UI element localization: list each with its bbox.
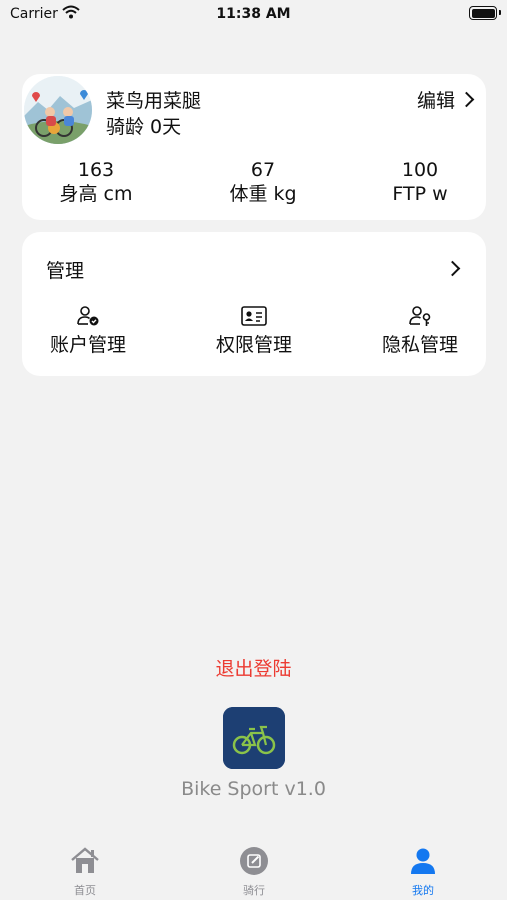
edit-label: 编辑: [416, 90, 455, 112]
riding-age: 骑龄 0天: [106, 116, 182, 138]
clock: 11:38 AM: [216, 6, 291, 22]
stat-label: FTP w: [392, 183, 448, 205]
stat-label: 体重 kg: [229, 183, 297, 205]
chevron-right-icon: [458, 91, 475, 108]
menu-label: 账户管理: [49, 334, 126, 356]
status-bar: Carrier 11:38 AM: [0, 0, 507, 30]
body-stats: 163 身高 cm 67 体重 kg 100 FTP w: [22, 158, 486, 210]
management-card: 管理 账户管理 权限管理 隐私管理: [22, 232, 486, 376]
menu-label: 隐私管理: [381, 334, 458, 356]
tab-label: 我的: [412, 884, 434, 897]
permission-management-button[interactable]: 权限管理: [194, 304, 314, 357]
edit-circle-icon: [240, 847, 268, 875]
nickname: 菜鸟用菜腿: [106, 90, 202, 112]
battery-icon: [469, 6, 501, 20]
profile-card: 菜鸟用菜腿 骑龄 0天 编辑 163 身高 cm 67 体重 kg 100 FT…: [22, 74, 486, 220]
stat-label: 身高 cm: [59, 183, 133, 205]
avatar[interactable]: [24, 76, 92, 144]
home-icon: [71, 847, 99, 873]
id-card-icon: [194, 304, 314, 328]
menu-label: 权限管理: [215, 334, 292, 356]
tab-label: 骑行: [243, 884, 265, 897]
app-logo: [223, 707, 285, 769]
user-check-icon: [28, 304, 148, 328]
privacy-management-button[interactable]: 隐私管理: [360, 304, 480, 357]
stat-value: 100: [401, 159, 439, 181]
chevron-right-icon[interactable]: [444, 260, 461, 277]
tab-mine[interactable]: 我的: [383, 846, 463, 898]
logout-button[interactable]: 退出登陆: [0, 654, 507, 681]
stat-value: 163: [77, 159, 115, 181]
account-management-button[interactable]: 账户管理: [28, 304, 148, 357]
tab-home[interactable]: 首页: [45, 846, 125, 898]
user-key-icon: [360, 304, 480, 328]
tab-riding[interactable]: 骑行: [214, 846, 294, 898]
tab-label: 首页: [74, 884, 96, 897]
tab-bar: 首页 骑行 我的: [0, 836, 507, 900]
app-version: Bike Sport v1.0: [181, 778, 326, 800]
stat-ftp: 100 FTP w: [360, 158, 480, 206]
stat-weight: 67 体重 kg: [203, 158, 323, 206]
stat-value: 67: [250, 159, 276, 181]
person-icon: [411, 848, 435, 874]
edit-profile-button[interactable]: 编辑: [416, 86, 475, 113]
management-title: 管理: [46, 260, 85, 282]
stat-height: 163 身高 cm: [36, 158, 156, 206]
